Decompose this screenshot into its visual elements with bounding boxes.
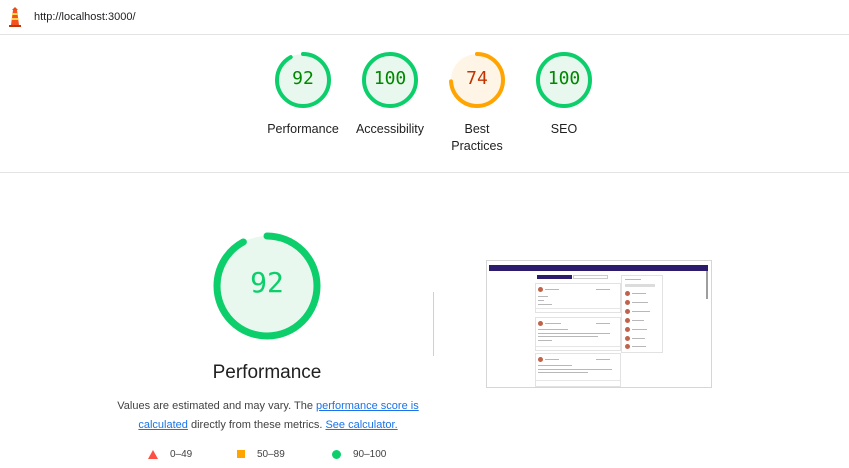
gauge-score: 92 <box>292 68 314 89</box>
thumbnail-scrollbar <box>706 271 708 299</box>
circle-icon <box>332 449 341 459</box>
triangle-icon <box>148 449 158 459</box>
square-icon <box>237 450 245 459</box>
description-text: Values are estimated and may vary. The <box>117 400 316 412</box>
page-screenshot-thumbnail[interactable] <box>486 260 712 388</box>
legend-range: 50–89 <box>257 449 285 460</box>
gauge-best-practices[interactable]: 74 Best Practices <box>433 50 521 155</box>
thumbnail-navbar <box>489 265 708 271</box>
gauge-score: 100 <box>373 68 407 89</box>
thumbnail-tab <box>573 275 608 279</box>
see-calculator-link[interactable]: See calculator. <box>325 419 397 431</box>
legend-pass: 90–100 <box>332 449 386 460</box>
thumbnail-post-card <box>535 353 621 387</box>
score-gauges: 92 Performance 100 Accessibility 74 Best… <box>0 34 849 173</box>
divider <box>433 292 434 356</box>
page-url[interactable]: http://localhost:3000/ <box>34 11 136 23</box>
gauge-score: 100 <box>547 68 581 89</box>
gauge-performance[interactable]: 92 Performance <box>259 50 347 138</box>
lighthouse-logo-icon <box>9 7 21 27</box>
legend-range: 90–100 <box>353 449 387 460</box>
gauge-label: SEO <box>550 122 578 136</box>
gauge-label: Performance <box>267 122 339 136</box>
gauge-accessibility[interactable]: 100 Accessibility <box>346 50 434 138</box>
legend-range: 0–49 <box>170 449 193 460</box>
thumbnail-post-card <box>535 317 621 351</box>
legend-average: 50–89 <box>237 449 285 460</box>
legend-fail: 0–49 <box>148 449 192 460</box>
performance-title: Performance <box>212 362 322 383</box>
gauge-label: Best Practices <box>451 122 503 153</box>
thumbnail-tab <box>537 275 572 279</box>
performance-description: Values are estimated and may vary. The p… <box>112 397 424 435</box>
gauge-seo[interactable]: 100 SEO <box>520 50 608 138</box>
top-bar: http://localhost:3000/ <box>0 0 849 35</box>
performance-score: 92 <box>250 266 284 299</box>
thumbnail-sidebar <box>621 275 663 353</box>
gauge-label: Accessibility <box>355 122 425 136</box>
gauge-score: 74 <box>466 68 488 89</box>
thumbnail-post-card <box>535 283 621 313</box>
description-text: directly from these metrics. <box>187 419 326 431</box>
